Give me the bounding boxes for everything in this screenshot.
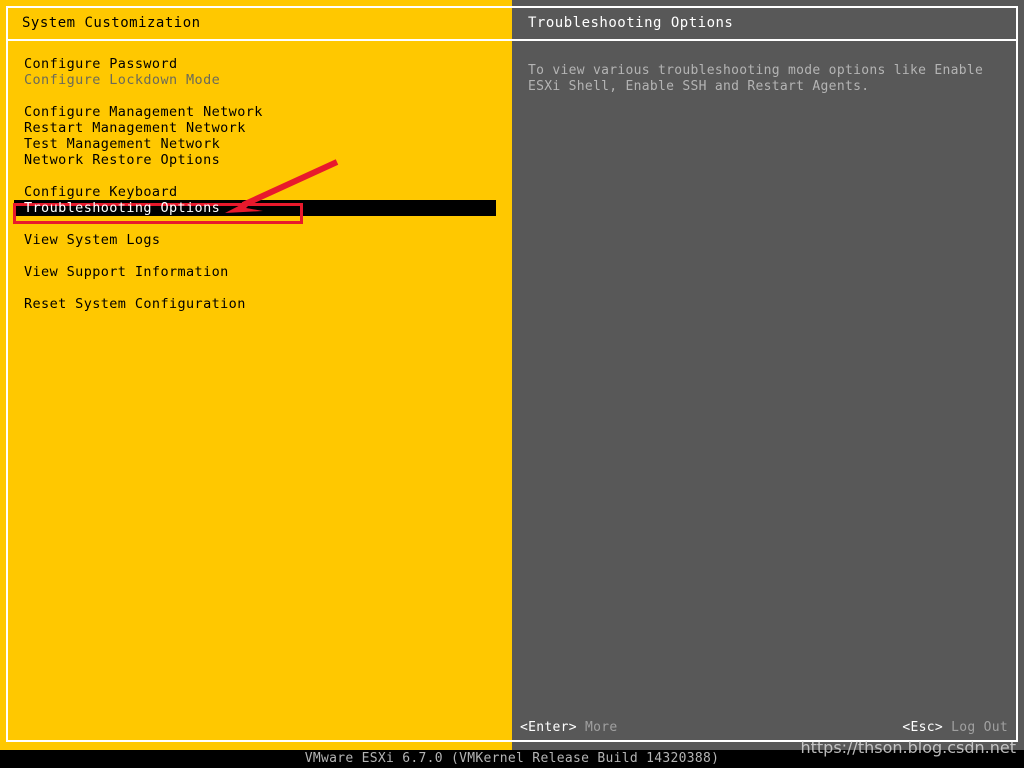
menu-item-label: Troubleshooting Options [24, 200, 221, 216]
detail-panel-title: Troubleshooting Options [528, 15, 734, 31]
system-customization-panel: System Customization Configure Password … [0, 0, 512, 750]
key-hint-esc[interactable]: <Esc> Log Out [902, 719, 1008, 737]
menu-item-configure-management-network[interactable]: Configure Management Network [0, 104, 512, 120]
left-panel-title: System Customization [22, 15, 201, 31]
detail-panel: Troubleshooting Options To view various … [512, 0, 1024, 750]
key-hint-esc-label [943, 720, 951, 735]
left-panel-border-bottom [6, 740, 512, 742]
menu-item-configure-password[interactable]: Configure Password [0, 56, 512, 72]
key-hint-esc-desc: Log Out [951, 720, 1008, 735]
menu-group-spacer [0, 280, 512, 296]
key-hint-enter-label [577, 720, 585, 735]
menu-item-view-support-information[interactable]: View Support Information [0, 264, 512, 280]
detail-panel-description: To view various troubleshooting mode opt… [528, 63, 1004, 95]
menu-item-restart-management-network[interactable]: Restart Management Network [0, 120, 512, 136]
key-hint-enter-desc: More [585, 720, 618, 735]
detail-panel-key-hints: <Enter> More <Esc> Log Out [512, 719, 1018, 737]
menu-group-spacer [0, 216, 512, 232]
menu-item-configure-lockdown-mode: Configure Lockdown Mode [24, 72, 221, 88]
menu-group-spacer [0, 88, 512, 104]
key-hint-enter[interactable]: <Enter> More [520, 719, 618, 737]
right-panel-border-right [1016, 6, 1018, 742]
dcui-screen: System Customization Configure Password … [0, 0, 1024, 768]
left-panel-title-divider [8, 39, 512, 41]
menu-group-spacer [0, 248, 512, 264]
menu-item-configure-keyboard[interactable]: Configure Keyboard [0, 184, 512, 200]
detail-panel-title-divider [512, 39, 1016, 41]
right-panel-border-top [512, 6, 1018, 8]
menu-item-troubleshooting-options[interactable]: Troubleshooting Options [0, 200, 512, 216]
menu-item-view-system-logs[interactable]: View System Logs [0, 232, 512, 248]
description-line: ESXi Shell, Enable SSH and Restart Agent… [528, 79, 870, 94]
key-hint-esc-keycap: <Esc> [902, 720, 943, 735]
menu-group-spacer [0, 168, 512, 184]
menu-item-network-restore-options[interactable]: Network Restore Options [0, 152, 512, 168]
description-line: To view various troubleshooting mode opt… [528, 63, 984, 78]
left-panel-border-top [6, 6, 512, 8]
key-hint-enter-keycap: <Enter> [520, 720, 577, 735]
menu-item-test-management-network[interactable]: Test Management Network [0, 136, 512, 152]
system-customization-menu: Configure Password Configure Lockdown Mo… [0, 56, 512, 312]
watermark-text: https://thson.blog.csdn.net [800, 738, 1016, 757]
menu-item-reset-system-configuration[interactable]: Reset System Configuration [0, 296, 512, 312]
